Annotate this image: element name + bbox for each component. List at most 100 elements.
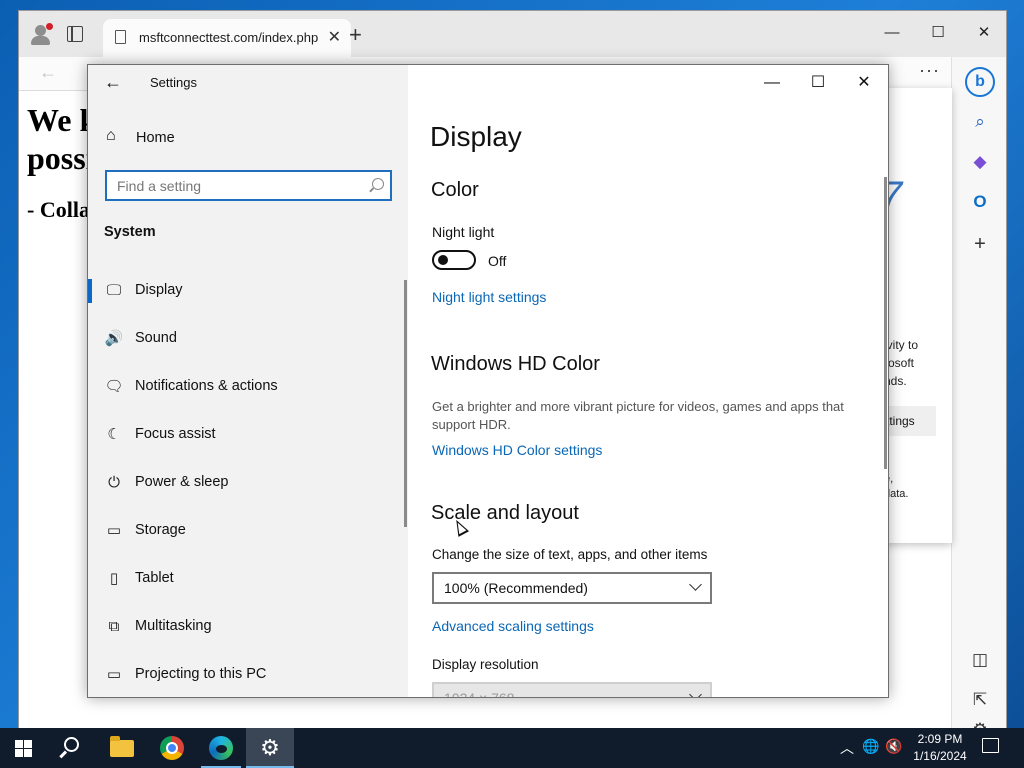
tab-title: msftconnecttest.com/index.php (139, 30, 319, 45)
scale-dropdown[interactable]: 100% (Recommended) (432, 572, 712, 604)
notifications-icon: 🗨 (104, 378, 124, 395)
search-icon[interactable]: ⌕ (967, 109, 993, 135)
color-heading: Color (431, 179, 479, 201)
browser-maximize-button[interactable]: ☐ (915, 19, 961, 47)
browser-back-button[interactable]: ← (39, 62, 57, 83)
maximize-button[interactable]: ☐ (795, 69, 841, 97)
find-setting-input[interactable] (107, 172, 357, 199)
copilot-icon[interactable]: b (965, 67, 995, 97)
edge-button[interactable] (197, 728, 245, 768)
nav-item-power-sleep[interactable]: ⏻ Power & sleep (88, 465, 408, 501)
nav-item-label: Sound (135, 330, 177, 346)
clock-date: 1/16/2024 (913, 749, 967, 763)
gear-icon: ⚙ (260, 735, 280, 760)
taskbar-search-button[interactable] (48, 728, 96, 768)
back-button[interactable]: ← (104, 72, 122, 93)
nav-item-tablet[interactable]: ▯ Tablet (88, 561, 408, 597)
browser-tab-bar: msftconnecttest.com/index.php ✕ + — ☐ ✕ (19, 11, 1006, 57)
chevron-down-icon (689, 578, 702, 591)
chrome-button[interactable] (148, 728, 196, 768)
edge-icon (209, 736, 233, 760)
multitasking-icon: ⧉ (108, 618, 120, 635)
open-external-icon[interactable]: ⇱ (967, 687, 993, 713)
popup-text: ivity to (884, 338, 919, 352)
night-light-label: Night light (432, 224, 495, 240)
resolution-dropdown[interactable]: 1024 × 768 (432, 682, 712, 697)
hdr-description: Get a brighter and more vibrant picture … (432, 399, 844, 432)
close-button[interactable]: ✕ (841, 69, 887, 97)
folder-icon (110, 736, 134, 757)
edge-sidebar: b ⌕ ◆ O + ◫ ⇱ ⚙ (951, 57, 1006, 739)
advanced-scaling-link[interactable]: Advanced scaling settings (432, 618, 594, 634)
search-icon (64, 737, 79, 752)
chrome-icon (160, 736, 184, 760)
taskbar-clock[interactable]: 2:09 PM 1/16/2024 (905, 731, 975, 765)
nav-item-label: Multitasking (135, 618, 212, 634)
network-icon[interactable]: 🌐 (862, 738, 879, 755)
display-settings-pane: — ☐ ✕ Display Color Night light Off Nigh… (408, 65, 888, 697)
window-title: Settings (150, 75, 197, 90)
home-nav-item[interactable]: ⌂ Home (88, 123, 408, 153)
nav-item-projecting[interactable]: ▭ Projecting to this PC (88, 657, 408, 693)
nav-item-label: Power & sleep (135, 474, 229, 490)
night-light-state: Off (488, 253, 507, 269)
file-explorer-button[interactable] (98, 728, 146, 768)
add-sidebar-app-icon[interactable]: + (967, 231, 993, 257)
nav-item-label: Notifications & actions (135, 378, 278, 394)
notification-center-icon[interactable] (982, 738, 999, 753)
nav-item-sound[interactable]: 🔊 Sound (88, 321, 408, 357)
browser-more-button[interactable]: ··· (919, 60, 940, 81)
nav-item-focus-assist[interactable]: ☾ Focus assist (88, 417, 408, 453)
nav-item-notifications[interactable]: 🗨 Notifications & actions (88, 369, 408, 405)
browser-tab[interactable]: msftconnecttest.com/index.php ✕ (103, 19, 351, 57)
browser-minimize-button[interactable]: — (869, 19, 915, 47)
tab-close-button[interactable]: ✕ (328, 27, 341, 47)
settings-nav-pane: ← Settings ⌂ Home System 🖵 Display 🔊 Sou… (88, 65, 408, 697)
tablet-icon: ▯ (109, 570, 119, 587)
search-icon (372, 178, 384, 190)
storage-icon: ▭ (106, 522, 122, 539)
content-scrollbar[interactable] (884, 177, 887, 469)
page-icon (115, 30, 126, 44)
settings-window: ← Settings ⌂ Home System 🖵 Display 🔊 Sou… (87, 64, 889, 698)
moon-icon: ☾ (107, 426, 121, 443)
nav-item-label: Tablet (135, 570, 174, 586)
scale-value: 100% (Recommended) (444, 580, 588, 596)
monitor-icon: 🖵 (106, 282, 122, 299)
power-icon: ⏻ (108, 474, 120, 491)
browser-close-button[interactable]: ✕ (961, 19, 1007, 47)
speaker-icon: 🔊 (104, 330, 124, 347)
windows-logo-icon (15, 740, 32, 757)
nav-item-label: Display (135, 282, 183, 298)
nav-item-label: Storage (135, 522, 186, 538)
nav-scrollbar[interactable] (404, 280, 407, 527)
settings-taskbar-button[interactable]: ⚙ (246, 728, 294, 768)
minimize-button[interactable]: — (749, 69, 795, 97)
home-icon: ⌂ (106, 127, 116, 144)
show-hidden-icons-button[interactable]: ︿ (840, 738, 854, 758)
chevron-down-icon (689, 688, 702, 697)
home-label: Home (136, 130, 175, 146)
volume-muted-icon[interactable]: 🔇 (885, 738, 902, 755)
nav-item-multitasking[interactable]: ⧉ Multitasking (88, 609, 408, 645)
nav-item-display[interactable]: 🖵 Display (88, 273, 408, 309)
hdr-settings-link[interactable]: Windows HD Color settings (432, 442, 602, 458)
office-icon[interactable]: ◆ (967, 149, 993, 175)
clock-time: 2:09 PM (917, 732, 963, 746)
split-screen-icon[interactable]: ◫ (967, 647, 993, 673)
section-title: System (104, 224, 156, 240)
edge-popup-panel: 7 ivity to rosoft nds. ttings e, data. (880, 88, 952, 543)
outlook-icon[interactable]: O (967, 189, 993, 215)
night-light-settings-link[interactable]: Night light settings (432, 289, 546, 305)
night-light-toggle[interactable] (432, 250, 476, 270)
start-button[interactable] (0, 728, 48, 768)
new-tab-button[interactable]: + (349, 22, 362, 48)
toggle-knob (438, 255, 448, 265)
profile-icon[interactable] (29, 23, 53, 47)
page-subheading: - Colla (27, 197, 90, 222)
nav-item-storage[interactable]: ▭ Storage (88, 513, 408, 549)
hdr-heading: Windows HD Color (431, 353, 600, 375)
tab-actions-icon[interactable] (67, 26, 83, 42)
find-setting-box[interactable] (105, 170, 392, 201)
page-title: Display (430, 121, 522, 152)
